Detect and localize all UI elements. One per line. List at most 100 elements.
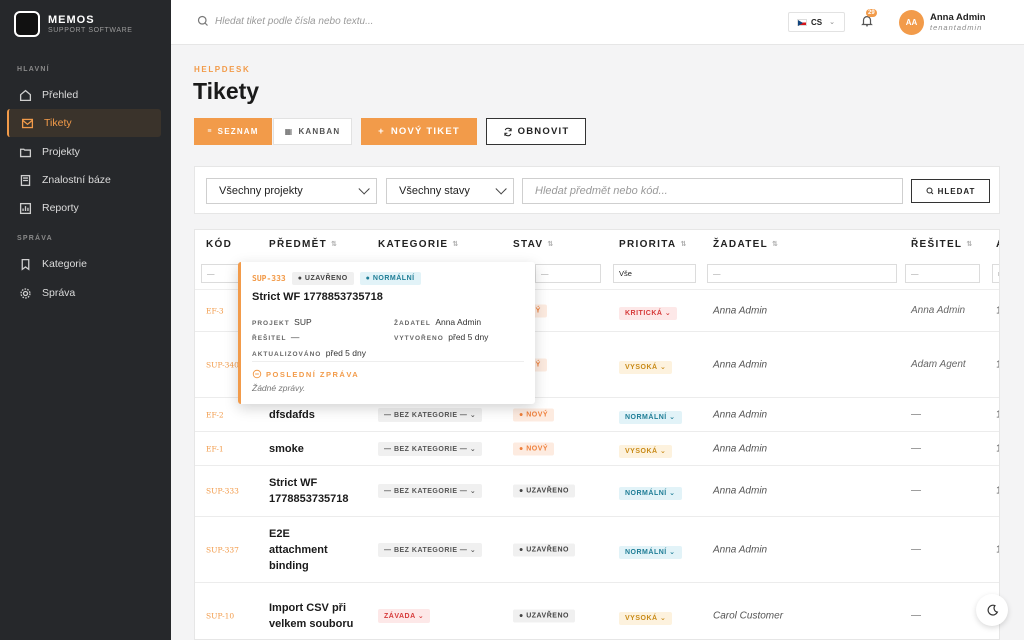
sidebar-item-reports[interactable]: Reporty bbox=[7, 194, 161, 222]
sidebar-item-tickets[interactable]: Tikety bbox=[7, 109, 161, 137]
sidebar-item-projects[interactable]: Projekty bbox=[7, 138, 161, 166]
grid-icon: ▦ bbox=[284, 127, 294, 136]
kanban-view-label: KANBAN bbox=[298, 127, 341, 136]
kanban-view-button[interactable]: ▦ KANBAN bbox=[273, 118, 352, 145]
priority-label: NORMÁLNÍ bbox=[625, 413, 667, 421]
priority-dropdown[interactable]: NORMÁLNÍ ⌄ bbox=[619, 482, 682, 500]
page-title: Tikety bbox=[193, 78, 260, 104]
sidebar-item-overview[interactable]: Přehled bbox=[7, 81, 161, 109]
ticket-subject[interactable]: dfsdafds bbox=[269, 407, 315, 423]
refresh-button[interactable]: OBNOVIT bbox=[486, 118, 586, 145]
chart-icon bbox=[19, 202, 32, 214]
category-dropdown[interactable]: — BEZ KATEGORIE — ⌄ bbox=[378, 441, 483, 456]
priority-dropdown[interactable]: VYSOKÁ ⌄ bbox=[619, 356, 673, 374]
priority-dropdown[interactable]: VYSOKÁ ⌄ bbox=[619, 440, 673, 458]
column-header-extra[interactable]: A bbox=[996, 230, 999, 258]
subject-search-placeholder: Hledat předmět nebo kód... bbox=[535, 185, 668, 197]
status-badge: ● NOVÝ bbox=[513, 408, 555, 421]
ticket-subject[interactable]: Strict WF 1778853735718 bbox=[269, 475, 364, 507]
avatar[interactable]: AA bbox=[899, 10, 924, 35]
language-select[interactable]: CS ⌄ bbox=[788, 12, 845, 32]
column-header-resolver[interactable]: ŘEŠITEL ⇅ bbox=[911, 230, 972, 258]
ticket-subject[interactable]: E2E attachment binding bbox=[269, 526, 349, 574]
project-filter-select[interactable]: Všechny projekty bbox=[206, 178, 377, 204]
priority-dropdown[interactable]: NORMÁLNÍ ⌄ bbox=[619, 406, 682, 424]
ticket-code[interactable]: SUP-337 bbox=[206, 545, 239, 554]
ticket-code[interactable]: SUP-340 bbox=[206, 360, 239, 369]
sidebar-item-admin[interactable]: Správa bbox=[7, 279, 161, 307]
column-header-subject[interactable]: PŘEDMĚT ⇅ bbox=[269, 230, 337, 258]
status-badge: ● UZAVŘENO bbox=[513, 609, 575, 622]
resolver-name: — bbox=[911, 543, 921, 555]
category-dropdown[interactable]: — BEZ KATEGORIE — ⌄ bbox=[378, 542, 483, 557]
column-header-code[interactable]: KÓD bbox=[206, 230, 232, 258]
table-row[interactable]: SUP-333 Strict WF 1778853735718 — BEZ KA… bbox=[195, 466, 999, 517]
priority-filter-select[interactable]: Vše bbox=[613, 264, 696, 283]
subject-search-input[interactable]: Hledat předmět nebo kód... bbox=[522, 178, 903, 204]
sidebar-item-label: Přehled bbox=[42, 89, 79, 101]
ticket-code[interactable]: EF-3 bbox=[206, 307, 224, 316]
brand-subtitle: SUPPORT SOFTWARE bbox=[48, 27, 133, 34]
table-row[interactable]: SUP-337 E2E attachment binding — BEZ KAT… bbox=[195, 517, 999, 583]
popup-ticket-code[interactable]: SUP-333 bbox=[252, 274, 286, 283]
global-search-input[interactable]: Hledat tiket podle čísla nebo textu... bbox=[197, 15, 373, 27]
priority-badge: VYSOKÁ ⌄ bbox=[619, 611, 673, 625]
popup-last-message-label: POSLEDNÍ ZPRÁVA bbox=[266, 369, 360, 379]
popup-title: Strict WF 1778853735718 bbox=[252, 291, 383, 303]
status-filter-input[interactable]: — bbox=[535, 264, 601, 283]
column-header-category[interactable]: KATEGORIE ⇅ bbox=[378, 230, 458, 258]
popup-resolver-label: ŘEŠITEL bbox=[252, 335, 287, 342]
sidebar-item-categories[interactable]: Kategorie bbox=[7, 250, 161, 278]
column-label: ŽADATEL bbox=[713, 238, 769, 250]
priority-dropdown[interactable]: KRITICKÁ ⌄ bbox=[619, 302, 678, 320]
popup-status-label: UZAVŘENO bbox=[304, 275, 348, 282]
sidebar-item-label: Tikety bbox=[44, 117, 72, 129]
sidebar: MEMOS SUPPORT SOFTWARE HLAVNÍ Přehled Ti… bbox=[0, 0, 171, 640]
ticket-code[interactable]: EF-2 bbox=[206, 410, 224, 419]
dark-mode-toggle[interactable] bbox=[976, 594, 1008, 626]
plus-icon: + bbox=[378, 126, 385, 137]
table-row[interactable]: SUP-10 Import CSV při velkem souboru ZÁV… bbox=[195, 583, 999, 639]
sort-icon: ⇅ bbox=[331, 241, 337, 248]
column-header-priority[interactable]: PRIORITA ⇅ bbox=[619, 230, 686, 258]
brand[interactable]: MEMOS SUPPORT SOFTWARE bbox=[0, 0, 171, 48]
popup-project-value: SUP bbox=[294, 317, 312, 327]
column-header-requester[interactable]: ŽADATEL ⇅ bbox=[713, 230, 778, 258]
priority-badge: NORMÁLNÍ ⌄ bbox=[619, 487, 682, 500]
popup-created-label: VYTVOŘENO bbox=[394, 335, 444, 342]
user-name[interactable]: Anna Admin bbox=[930, 12, 986, 23]
search-button[interactable]: HLEDAT bbox=[911, 179, 990, 203]
breadcrumb[interactable]: HELPDESK bbox=[194, 65, 250, 74]
resolver-filter-input[interactable]: — bbox=[905, 264, 980, 283]
table-row[interactable]: EF-1 smoke — BEZ KATEGORIE — ⌄ ● NOVÝ VY… bbox=[195, 432, 999, 466]
category-label: — BEZ KATEGORIE — bbox=[384, 411, 468, 419]
priority-dropdown[interactable]: NORMÁLNÍ ⌄ bbox=[619, 541, 682, 559]
ticket-code[interactable]: SUP-333 bbox=[206, 487, 239, 496]
category-dropdown[interactable]: — BEZ KATEGORIE — ⌄ bbox=[378, 484, 483, 498]
ticket-code[interactable]: EF-1 bbox=[206, 444, 224, 453]
popup-priority-badge: ● NORMÁLNÍ bbox=[359, 272, 421, 285]
popup-requester-label: ŽADATEL bbox=[394, 320, 431, 327]
column-header-status[interactable]: STAV ⇅ bbox=[513, 230, 553, 258]
category-dropdown[interactable]: ZÁVADA ⌄ bbox=[378, 608, 431, 623]
category-dropdown[interactable]: — BEZ KATEGORIE — ⌄ bbox=[378, 407, 483, 422]
resolver-name: — bbox=[911, 609, 921, 621]
sidebar-item-label: Reporty bbox=[42, 202, 79, 214]
resolver-name: Adam Agent bbox=[911, 358, 966, 370]
folder-icon bbox=[19, 148, 32, 157]
ticket-subject[interactable]: smoke bbox=[269, 441, 304, 457]
priority-label: NORMÁLNÍ bbox=[625, 490, 667, 497]
extra-value: 1 bbox=[996, 306, 999, 317]
brand-name: MEMOS bbox=[48, 14, 95, 26]
sidebar-item-knowledge-base[interactable]: Znalostní báze bbox=[7, 166, 161, 194]
list-view-button[interactable]: ≡ SEZNAM bbox=[194, 118, 272, 145]
ticket-code[interactable]: SUP-10 bbox=[206, 611, 234, 620]
extra-filter-input[interactable]: m bbox=[992, 264, 999, 283]
priority-dropdown[interactable]: VYSOKÁ ⌄ bbox=[619, 607, 673, 625]
new-ticket-button[interactable]: + NOVÝ TIKET bbox=[361, 118, 477, 145]
ticket-subject[interactable]: Import CSV při velkem souboru bbox=[269, 600, 359, 632]
sort-icon: ⇅ bbox=[452, 241, 459, 248]
requester-filter-input[interactable]: — bbox=[707, 264, 897, 283]
status-filter-select[interactable]: Všechny stavy bbox=[386, 178, 514, 204]
extra-value: 1 bbox=[996, 486, 999, 497]
